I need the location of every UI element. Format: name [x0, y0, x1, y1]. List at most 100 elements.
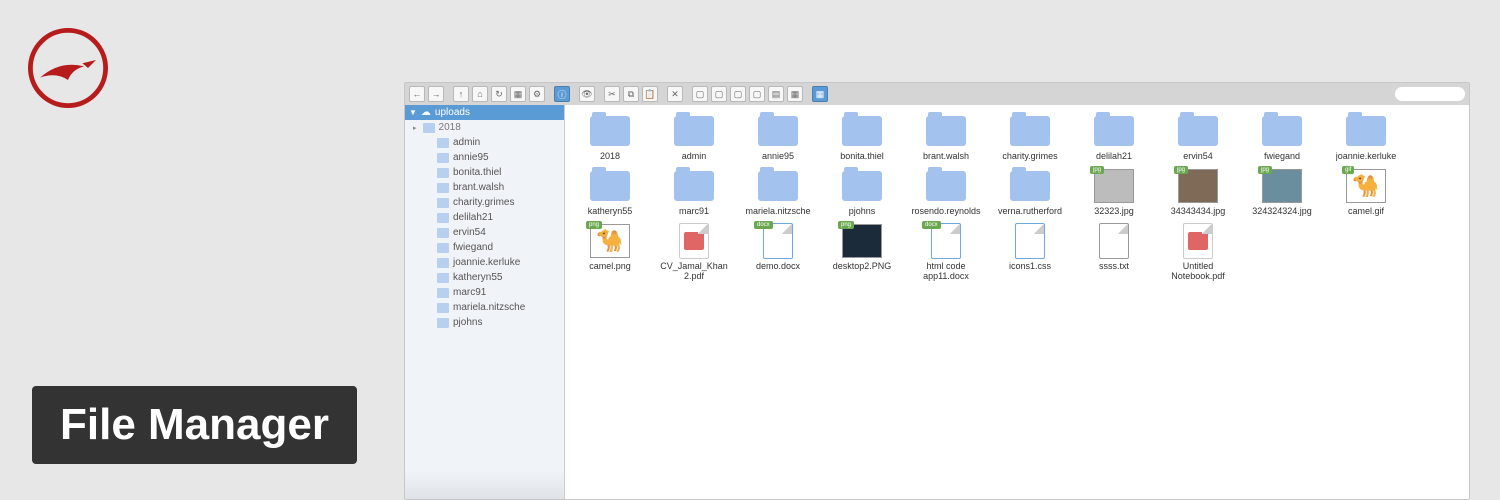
- file-item[interactable]: ssss.txt: [1079, 223, 1149, 282]
- file-item[interactable]: pngdesktop2.PNG: [827, 223, 897, 282]
- folder-item[interactable]: joannie.kerluke: [1331, 113, 1401, 162]
- delete-button[interactable]: ✕: [667, 86, 683, 102]
- sidebar-tree[interactable]: ▼ ☁ uploads ▸2018 admin annie95 bonita.thie…: [405, 105, 565, 499]
- image-thumbnail: 🐪: [590, 224, 630, 258]
- file-item[interactable]: jpg34343434.jpg: [1163, 168, 1233, 217]
- chevron-down-icon: ▼: [409, 108, 417, 117]
- folder-icon: [437, 258, 449, 268]
- preview-button[interactable]: 👁: [579, 86, 595, 102]
- folder-item[interactable]: verna.rutherford: [995, 168, 1065, 217]
- tree-item[interactable]: annie95: [405, 150, 564, 165]
- back-button[interactable]: ←: [409, 86, 425, 102]
- file-grid[interactable]: 2018 admin annie95 bonita.thiel brant.walsh c…: [565, 105, 1469, 499]
- tree-item-label: annie95: [453, 152, 489, 163]
- folder-item[interactable]: admin: [659, 113, 729, 162]
- sort-button[interactable]: ▤: [768, 86, 784, 102]
- folder-icon: [437, 198, 449, 208]
- copy-button[interactable]: ⧉: [623, 86, 639, 102]
- file-item[interactable]: jpg324324324.jpg: [1247, 168, 1317, 217]
- file-item[interactable]: CV_Jamal_Khan2.pdf: [659, 223, 729, 282]
- tree-item-label: admin: [453, 137, 480, 148]
- image-thumbnail: [1178, 169, 1218, 203]
- folder-item[interactable]: charity.grimes: [995, 113, 1065, 162]
- folder-item[interactable]: brant.walsh: [911, 113, 981, 162]
- tree-item[interactable]: delilah21: [405, 210, 564, 225]
- search-input[interactable]: [1395, 87, 1465, 101]
- folder-item[interactable]: pjohns: [827, 168, 897, 217]
- folder-icon: [842, 171, 882, 201]
- folder-icon: [437, 228, 449, 238]
- cut-button[interactable]: ✂: [604, 86, 620, 102]
- tree-item[interactable]: brant.walsh: [405, 180, 564, 195]
- tree-item-label: marc91: [453, 287, 486, 298]
- tool-button[interactable]: ▢: [692, 86, 708, 102]
- filetype-badge: gif: [1342, 166, 1354, 174]
- file-name-label: Untitled Notebook.pdf: [1163, 262, 1233, 282]
- tree-item[interactable]: joannie.kerluke: [405, 255, 564, 270]
- reload-button[interactable]: ↻: [491, 86, 507, 102]
- settings-button[interactable]: ⚙: [529, 86, 545, 102]
- folder-item[interactable]: fwiegand: [1247, 113, 1317, 162]
- tree-root[interactable]: ▼ ☁ uploads: [405, 105, 564, 120]
- tool-button[interactable]: ▢: [711, 86, 727, 102]
- file-name-label: pjohns: [849, 207, 876, 217]
- tool-button[interactable]: ▢: [730, 86, 746, 102]
- folder-icon: [590, 171, 630, 201]
- file-name-label: 324324324.jpg: [1252, 207, 1312, 217]
- folder-icon: [437, 153, 449, 163]
- grid-button[interactable]: ▦: [510, 86, 526, 102]
- banner-title: File Manager: [32, 386, 357, 464]
- tree-item[interactable]: katheryn55: [405, 270, 564, 285]
- tree-item[interactable]: bonita.thiel: [405, 165, 564, 180]
- tool-button[interactable]: ▢: [749, 86, 765, 102]
- tree-root-label: uploads: [435, 107, 470, 118]
- file-name-label: marc91: [679, 207, 709, 217]
- folder-item[interactable]: katheryn55: [575, 168, 645, 217]
- tree-item-label: delilah21: [453, 212, 493, 223]
- file-item[interactable]: Untitled Notebook.pdf: [1163, 223, 1233, 282]
- tree-item[interactable]: admin: [405, 135, 564, 150]
- file-item[interactable]: docx html code app11.docx: [911, 223, 981, 282]
- folder-item[interactable]: rosendo.reynolds: [911, 168, 981, 217]
- file-item[interactable]: gif🐪camel.gif: [1331, 168, 1401, 217]
- folder-item[interactable]: ervin54: [1163, 113, 1233, 162]
- tree-item[interactable]: charity.grimes: [405, 195, 564, 210]
- home-button[interactable]: ⌂: [472, 86, 488, 102]
- folder-item[interactable]: 2018: [575, 113, 645, 162]
- file-item[interactable]: icons1.css: [995, 223, 1065, 282]
- folder-item[interactable]: marc91: [659, 168, 729, 217]
- tree-item[interactable]: pjohns: [405, 315, 564, 330]
- file-item[interactable]: png🐪camel.png: [575, 223, 645, 282]
- paste-button[interactable]: 📋: [642, 86, 658, 102]
- tree-item[interactable]: fwiegand: [405, 240, 564, 255]
- tree-item[interactable]: mariela.nitzsche: [405, 300, 564, 315]
- file-name-label: charity.grimes: [1002, 152, 1057, 162]
- file-name-label: html code app11.docx: [911, 262, 981, 282]
- view-button[interactable]: ▦: [787, 86, 803, 102]
- folder-item[interactable]: bonita.thiel: [827, 113, 897, 162]
- file-name-label: desktop2.PNG: [833, 262, 892, 272]
- folder-item[interactable]: delilah21: [1079, 113, 1149, 162]
- filetype-badge: jpg: [1090, 166, 1104, 174]
- up-button[interactable]: ↑: [453, 86, 469, 102]
- file-item[interactable]: jpg32323.jpg: [1079, 168, 1149, 217]
- folder-item[interactable]: mariela.nitzsche: [743, 168, 813, 217]
- tree-item[interactable]: ervin54: [405, 225, 564, 240]
- tree-item-label: charity.grimes: [453, 197, 515, 208]
- tree-item[interactable]: marc91: [405, 285, 564, 300]
- file-name-label: ervin54: [1183, 152, 1213, 162]
- file-name-label: brant.walsh: [923, 152, 969, 162]
- folder-item[interactable]: annie95: [743, 113, 813, 162]
- file-name-label: 2018: [600, 152, 620, 162]
- view-mode-button[interactable]: ▦: [812, 86, 828, 102]
- forward-button[interactable]: →: [428, 86, 444, 102]
- info-button[interactable]: ⓘ: [554, 86, 570, 102]
- folder-icon: [1262, 116, 1302, 146]
- tree-item-label: ervin54: [453, 227, 486, 238]
- tree-item[interactable]: ▸2018: [405, 120, 564, 135]
- folder-icon: [926, 116, 966, 146]
- filetype-badge: docx: [922, 221, 941, 229]
- folder-icon: [674, 171, 714, 201]
- file-item[interactable]: docxdemo.docx: [743, 223, 813, 282]
- filetype-badge: png: [586, 221, 602, 229]
